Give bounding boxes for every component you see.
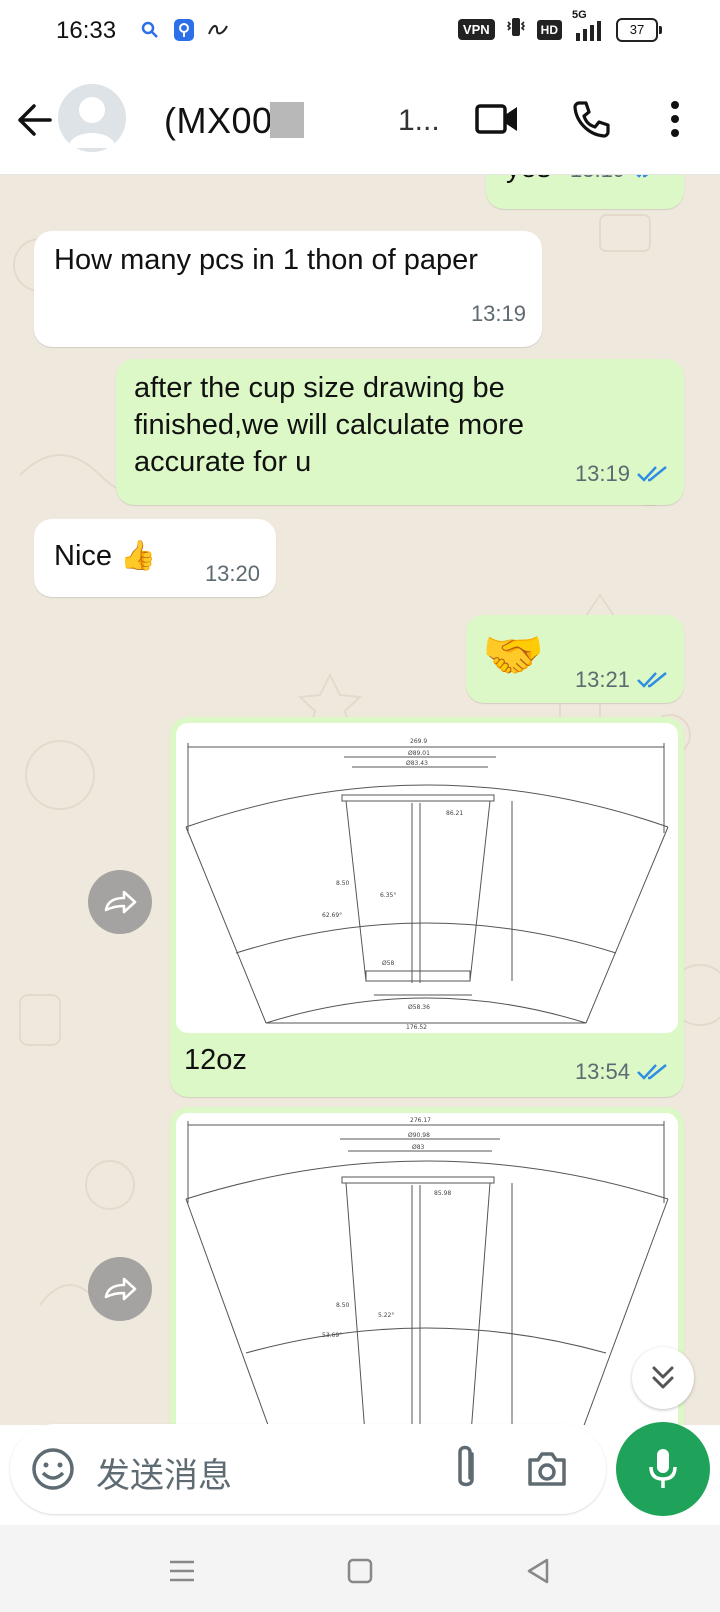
link-notification-icon [206,18,230,42]
read-receipt-icon [637,1064,667,1080]
message-time: 13:19 [570,175,625,183]
message-meta: 13:19 [570,175,665,183]
drawing-label: 5.22° [378,1312,394,1319]
message-meta: 13:19 [575,461,670,487]
contact-name-suffix[interactable]: 1... [398,104,440,138]
back-nav-icon[interactable] [520,1553,556,1589]
hd-badge: HD [536,19,562,40]
outgoing-image-message[interactable]: 276.17 Ø90.98 Ø83 85.98 8.50 5.22° 53.69… [170,1107,684,1425]
status-bar: 16:33 VPN HD 5G 37 [0,0,720,64]
drawing-label: Ø89.01 [408,750,430,757]
message-text: yes [506,175,551,187]
vpn-badge: VPN [457,19,495,40]
message-text: Nice 👍 [54,540,157,572]
message-line-3: accurate for u [134,446,312,478]
message-input[interactable]: 发送消息 [96,1448,232,1497]
drawing-label: 86.21 [446,810,463,817]
drawing-label: 269.9 [410,738,427,745]
drawing-label: Ø83 [412,1144,425,1151]
contact-name[interactable]: (MX00 [164,100,273,142]
message-time: 13:20 [204,561,260,586]
message-meta: 13:54 [575,1059,670,1085]
message-line-1: after the cup size drawing be [134,372,505,404]
read-receipt-icon [636,175,649,178]
double-chevron-down-icon [652,1366,674,1389]
drawing-label: 6.35° [380,892,396,899]
chat-header: (MX00 1... [0,64,720,175]
outgoing-image-message[interactable]: 269.9 Ø89.01 Ø83.43 86.21 8.50 6.35° 62.… [170,717,684,1097]
incoming-message[interactable]: How many pcs in 1 thon of paper 13:19 [34,231,542,347]
message-time: 13:19 [574,461,630,486]
video-call-icon[interactable] [474,96,520,142]
message-composer: 发送消息 [10,1424,606,1514]
read-receipt-icon [637,466,667,482]
notification-icons [138,18,230,42]
battery-indicator: 37 [616,17,662,42]
incoming-message[interactable]: Nice 👍 13:20 [34,519,276,597]
cup-drawing-image[interactable]: 276.17 Ø90.98 Ø83 85.98 8.50 5.22° 53.69… [176,1113,678,1425]
message-text: How many pcs in 1 thon of paper [54,244,478,276]
camera-icon[interactable] [524,1446,570,1492]
microphone-icon [649,1449,677,1488]
drawing-label: 176.52 [406,1024,427,1031]
drawing-label: Ø90.98 [408,1132,430,1139]
voice-message-button[interactable] [616,1422,710,1516]
scroll-to-bottom-button[interactable] [632,1347,694,1409]
search-notification-icon [138,18,162,42]
message-meta: 13:21 [575,667,670,693]
redaction-block [270,102,304,138]
message-meta: 13:19 [471,301,526,327]
outgoing-message[interactable]: 🤝 13:21 [466,615,684,703]
message-meta: 13:20 [205,561,260,587]
drawing-label: Ø58.36 [408,1004,430,1011]
drawing-labels: 276.17 Ø90.98 Ø83 85.98 8.50 5.22° 53.69… [322,1117,451,1339]
home-nav-icon[interactable] [342,1553,378,1589]
outgoing-message[interactable]: after the cup size drawing be finished,w… [116,359,684,505]
system-status-icons: VPN HD 5G 37 [457,9,662,43]
drawing-label: Ø83.43 [406,760,428,767]
network-type: 5G [572,8,587,21]
message-time: 13:21 [574,667,630,692]
contact-avatar[interactable] [58,84,126,152]
message-time: 13:19 [470,301,526,326]
drawing-label: 85.98 [434,1190,451,1197]
system-navigation-bar [0,1525,720,1612]
signal-icon: 5G [572,9,606,41]
drawing-label: 53.69° [322,1332,342,1339]
message-time: 13:54 [574,1059,630,1084]
drawing-labels: 269.9 Ø89.01 Ø83.43 86.21 8.50 6.35° 62.… [322,738,463,1031]
image-caption: 12oz [184,1044,247,1076]
drawing-label: 8.50 [336,880,350,887]
vibrate-icon [505,16,527,43]
drawing-label: Ø58 [382,960,395,967]
outgoing-message[interactable]: yes 13:19 [486,175,684,209]
drawing-label: 62.69° [322,912,342,919]
voice-call-icon[interactable] [568,96,614,142]
forward-icon[interactable] [88,1257,152,1321]
drawing-label: 276.17 [410,1117,431,1124]
menu-nav-icon[interactable] [164,1553,200,1589]
cup-drawing-image[interactable]: 269.9 Ø89.01 Ø83.43 86.21 8.50 6.35° 62.… [176,723,678,1033]
drawing-label: 8.50 [336,1302,350,1309]
back-arrow-icon[interactable] [14,100,54,140]
message-emoji: 🤝 [482,627,545,683]
emoji-icon[interactable] [30,1446,76,1492]
attachment-icon[interactable] [446,1444,486,1494]
forward-icon[interactable] [88,870,152,934]
app-notification-icon [172,18,196,42]
chat-area[interactable]: yes 13:19 How many pcs in 1 thon of pape… [0,175,720,1425]
status-time: 16:33 [56,17,117,44]
more-options-icon[interactable] [652,96,698,142]
message-line-2: finished,we will calculate more [134,409,525,441]
read-receipt-icon [637,672,667,688]
